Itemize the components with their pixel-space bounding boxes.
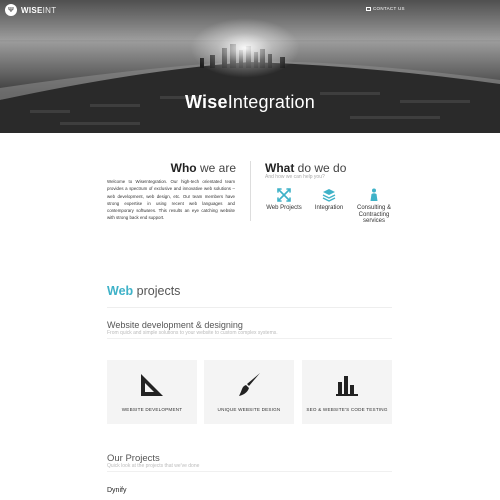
section-divider	[107, 307, 392, 308]
hero-banner: Ψ WISEINT CONTACT US WiseIntegration	[0, 0, 500, 133]
cross-arrows-icon	[277, 188, 291, 202]
website-development-heading: Website development & designing	[107, 320, 243, 330]
logo-mark-icon: Ψ	[5, 4, 17, 16]
website-development-subtitle: From quick and simple solutions to your …	[107, 330, 278, 336]
who-we-are-heading: Who we are	[170, 161, 236, 175]
web-projects-heading: Web projects	[107, 284, 181, 298]
card-label: UNIQUE WEBSITE DESIGN	[217, 407, 281, 412]
project-title-dynify[interactable]: Dynify	[107, 487, 126, 494]
site-logo[interactable]: Ψ WISEINT	[5, 4, 56, 16]
card-label: WEBSITE DEVELOPMENT	[121, 407, 183, 412]
contact-us-link[interactable]: CONTACT US	[366, 6, 405, 11]
sun-glow	[190, 18, 300, 78]
column-divider	[250, 161, 251, 221]
envelope-icon	[366, 6, 371, 11]
what-we-do-subtitle: And how we can help you?	[265, 174, 325, 180]
layers-icon	[322, 189, 336, 202]
section-divider	[107, 338, 392, 339]
service-web-projects[interactable]: Web Projects	[259, 187, 309, 212]
logo-wordmark: WISEINT	[21, 5, 57, 15]
service-integration[interactable]: Integration	[304, 187, 354, 212]
service-label: Integration	[314, 205, 344, 211]
paintbrush-icon	[239, 373, 260, 396]
contact-us-label: CONTACT US	[373, 6, 405, 11]
bar-chart-icon	[336, 376, 358, 396]
section-divider	[107, 471, 392, 472]
who-we-are-text: Welcome to WiseIntegration. Our high-tec…	[107, 179, 235, 221]
service-consulting[interactable]: Consulting & Contracting services	[349, 187, 399, 225]
card-label: SEO & WEBSITE'S CODE TESTING	[306, 407, 388, 412]
set-square-icon	[141, 374, 163, 396]
card-unique-website-design[interactable]: UNIQUE WEBSITE DESIGN	[204, 360, 294, 424]
service-label: Web Projects	[266, 205, 302, 211]
person-icon	[370, 188, 378, 201]
service-label: Consulting & Contracting services	[356, 205, 392, 224]
card-seo-code-testing[interactable]: SEO & WEBSITE'S CODE TESTING	[302, 360, 392, 424]
card-website-development[interactable]: WEBSITE DEVELOPMENT	[107, 360, 197, 424]
what-we-do-heading: What do we do	[265, 161, 347, 175]
our-projects-subtitle: Quick look at the projects that we've do…	[107, 463, 200, 469]
hero-title: WiseIntegration	[185, 92, 315, 112]
